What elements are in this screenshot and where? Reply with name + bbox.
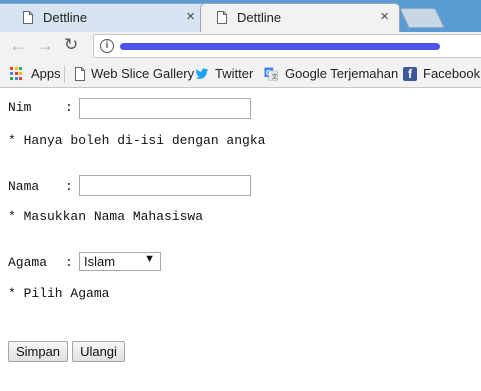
reset-button[interactable]: Ulangi: [72, 341, 125, 362]
agama-hint: * Pilih Agama: [8, 286, 110, 301]
google-translate-icon: G 文: [264, 67, 278, 81]
tab-2[interactable]: Dettline ×: [200, 3, 400, 32]
new-tab-button[interactable]: [399, 8, 445, 28]
toolbar: ← → ↻ i: [0, 32, 481, 60]
bookmark-apps[interactable]: Apps: [31, 66, 61, 81]
twitter-bird-icon: [195, 68, 209, 79]
page-icon: [217, 11, 227, 24]
svg-text:文: 文: [271, 73, 277, 81]
bookmark-twitter[interactable]: Twitter: [215, 66, 253, 81]
tab-title: Dettline: [43, 10, 88, 25]
facebook-icon: f: [403, 67, 417, 81]
back-arrow-icon[interactable]: ←: [9, 35, 27, 55]
agama-select[interactable]: Islam ▼: [79, 252, 161, 271]
nama-input[interactable]: [79, 175, 251, 196]
apps-grid-icon[interactable]: [10, 67, 24, 81]
save-button[interactable]: Simpan: [8, 341, 68, 362]
close-icon[interactable]: ×: [186, 8, 195, 25]
agama-selected-value: Islam: [84, 254, 116, 269]
forward-arrow-icon[interactable]: →: [36, 35, 54, 55]
tab-title: Dettline: [237, 10, 282, 25]
page-content: Nim : * Hanya boleh di-isi dengan angka …: [0, 88, 481, 391]
close-icon[interactable]: ×: [380, 8, 389, 25]
dropdown-arrow-icon: ▼: [144, 253, 155, 265]
agama-colon: :: [65, 255, 73, 270]
reload-icon[interactable]: ↻: [64, 35, 78, 55]
nim-label: Nim: [8, 100, 32, 115]
agama-label: Agama: [8, 255, 48, 270]
nim-colon: :: [65, 100, 73, 115]
bookmark-google-terjemahan[interactable]: Google Terjemahan: [285, 66, 398, 81]
page-icon: [75, 67, 85, 81]
bookmark-facebook[interactable]: Facebook: [423, 66, 480, 81]
page-icon: [23, 11, 33, 24]
nim-hint: * Hanya boleh di-isi dengan angka: [8, 133, 266, 148]
nim-input[interactable]: [79, 98, 251, 119]
nama-label: Nama: [8, 179, 40, 194]
tab-strip: Dettline × Dettline ×: [0, 0, 481, 32]
bookmarks-bar: Apps Web Slice Gallery Twitter G 文 Googl…: [0, 60, 481, 88]
url-scribble: [120, 43, 440, 50]
divider: [64, 65, 65, 83]
address-bar[interactable]: i: [93, 34, 481, 58]
nama-colon: :: [65, 179, 73, 194]
tab-1[interactable]: Dettline ×: [0, 3, 206, 32]
bookmark-web-slice-gallery[interactable]: Web Slice Gallery: [91, 66, 194, 81]
info-icon[interactable]: i: [100, 39, 114, 53]
nama-hint: * Masukkan Nama Mahasiswa: [8, 209, 204, 224]
